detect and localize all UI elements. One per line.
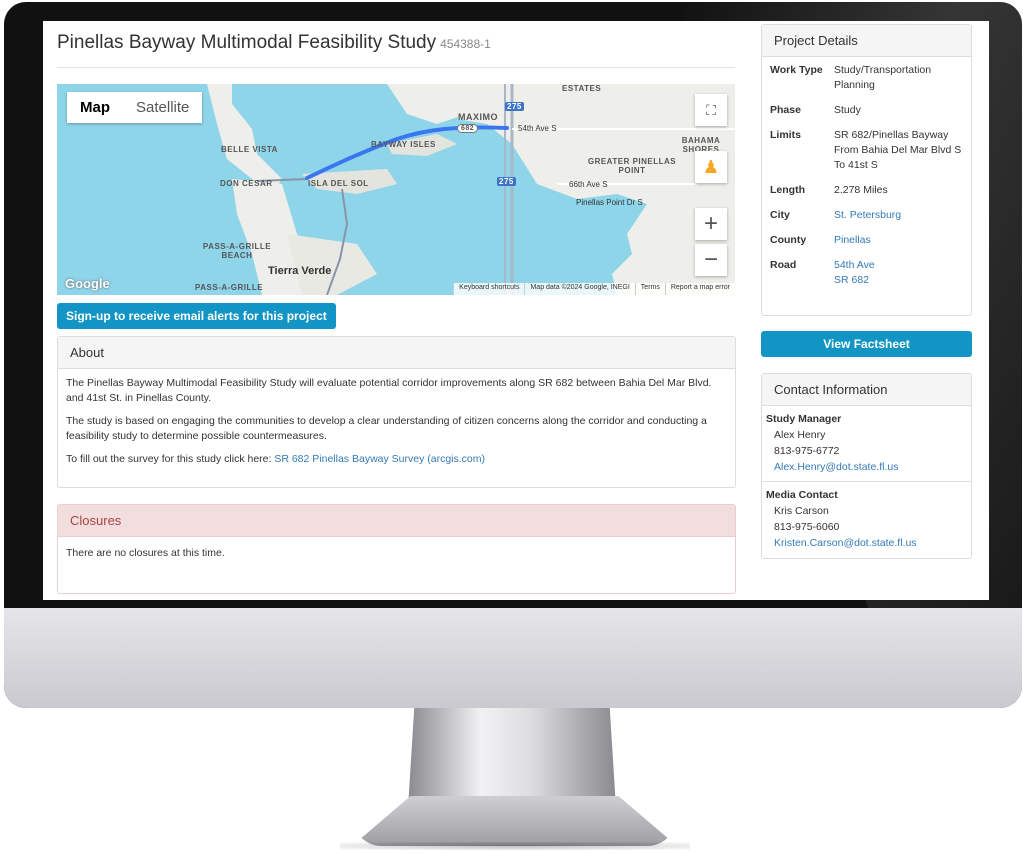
project-details-heading: Project Details xyxy=(762,25,971,57)
survey-prefix: To fill out the survey for this study cl… xyxy=(66,453,272,465)
report-error-link[interactable]: Report a map error xyxy=(664,283,735,295)
map-type-map-button[interactable]: Map xyxy=(67,92,123,123)
map-attribution: Keyboard shortcuts Map data ©2024 Google… xyxy=(453,283,735,295)
label-isla-del-sol: ISLA DEL SOL xyxy=(308,179,369,188)
about-heading: About xyxy=(58,337,735,369)
label-54th-ave: 54th Ave S xyxy=(518,124,557,133)
length-label: Length xyxy=(770,184,805,196)
limits-value: SR 682/Pinellas Bayway From Bahia Del Ma… xyxy=(834,129,962,171)
study-manager-role: Study Manager xyxy=(766,413,842,425)
title-divider xyxy=(57,67,735,68)
about-body: The Pinellas Bayway Multimodal Feasibili… xyxy=(58,369,735,467)
map-data-text: Map data ©2024 Google, INEGI xyxy=(524,283,634,295)
media-contact-name: Kris Carson xyxy=(774,505,829,517)
about-paragraph-1: The Pinellas Bayway Multimodal Feasibili… xyxy=(66,377,712,404)
about-paragraph-3: To fill out the survey for this study cl… xyxy=(66,452,727,467)
media-contact-phone: 813-975-6060 xyxy=(774,521,840,533)
keyboard-shortcuts-link[interactable]: Keyboard shortcuts xyxy=(453,283,524,295)
contact-panel: Contact Information Study Manager Alex H… xyxy=(761,373,972,559)
detail-row-county: County Pinellas xyxy=(770,233,963,248)
shield-sr682: 682 xyxy=(457,124,479,133)
phase-value: Study xyxy=(834,104,861,116)
map-type-control: Map Satellite xyxy=(67,92,203,123)
media-contact-section: Media Contact Kris Carson 813-975-6060 K… xyxy=(762,481,971,557)
monitor-stand-base xyxy=(352,796,677,846)
closures-body: There are no closures at this time. xyxy=(66,547,225,559)
page-title-text: Pinellas Bayway Multimodal Feasibility S… xyxy=(57,32,437,53)
closures-panel: Closures There are no closures at this t… xyxy=(57,504,736,594)
study-manager-phone: 813-975-6772 xyxy=(774,445,840,457)
shield-i275-b: 275 xyxy=(497,177,516,186)
road-link-sr682[interactable]: SR 682 xyxy=(834,273,875,288)
project-id: 454388-1 xyxy=(440,37,491,51)
google-logo: Google xyxy=(65,276,110,291)
county-label: County xyxy=(770,234,807,246)
city-label: City xyxy=(770,209,790,221)
label-pass-a-grille: PASS-A-GRILLE xyxy=(195,283,264,292)
detail-row-work-type: Work Type Study/Transportation Planning xyxy=(770,63,963,93)
phase-label: Phase xyxy=(770,104,801,116)
media-contact-role: Media Contact xyxy=(766,489,838,501)
monitor-stand-neck xyxy=(408,708,616,808)
email-signup-button[interactable]: Sign-up to receive email alerts for this… xyxy=(57,303,336,329)
media-contact-email[interactable]: Kristen.Carson@dot.state.fl.us xyxy=(774,537,917,549)
belle-vista-land xyxy=(207,84,282,194)
pegman-icon[interactable]: ♟ xyxy=(695,151,727,183)
label-estates: ESTATES xyxy=(562,84,602,93)
label-bayway-isles: BAYWAY ISLES xyxy=(371,140,436,149)
city-link[interactable]: St. Petersburg xyxy=(834,208,901,223)
detail-row-city: City St. Petersburg xyxy=(770,208,963,223)
label-pass-a-grille-beach: PASS-A-GRILLE BEACH xyxy=(202,242,272,260)
label-maximo: MAXIMO xyxy=(458,112,498,122)
detail-row-limits: Limits SR 682/Pinellas Bayway From Bahia… xyxy=(770,128,963,173)
label-greater-pinellas-point: GREATER PINELLAS POINT xyxy=(587,157,677,175)
page-title: Pinellas Bayway Multimodal Feasibility S… xyxy=(57,32,491,54)
browser-screen: Pinellas Bayway Multimodal Feasibility S… xyxy=(43,21,989,600)
monitor-chin xyxy=(4,608,1022,708)
project-details-panel: Project Details Work Type Study/Transpor… xyxy=(761,24,972,316)
label-tierra-verde: Tierra Verde xyxy=(268,265,332,277)
terms-link[interactable]: Terms xyxy=(634,283,665,295)
study-manager-section: Study Manager Alex Henry 813-975-6772 Al… xyxy=(762,406,971,481)
detail-row-length: Length 2.278 Miles xyxy=(770,183,963,198)
county-link[interactable]: Pinellas xyxy=(834,233,871,248)
project-details-table: Work Type Study/Transportation Planning … xyxy=(762,57,971,288)
mainland-land xyxy=(457,84,735,295)
work-type-label: Work Type xyxy=(770,64,823,76)
label-don-cesar: DON CESAR xyxy=(220,179,273,188)
study-manager-email[interactable]: Alex.Henry@dot.state.fl.us xyxy=(774,461,898,473)
work-type-value: Study/Transportation Planning xyxy=(834,64,932,91)
label-66th-ave: 66th Ave S xyxy=(569,180,608,189)
zoom-in-button[interactable]: + xyxy=(695,208,727,240)
about-paragraph-2: The study is based on engaging the commu… xyxy=(66,415,707,442)
closures-heading: Closures xyxy=(58,505,735,537)
view-factsheet-button[interactable]: View Factsheet xyxy=(761,331,972,357)
detail-row-road: Road 54th Ave SR 682 xyxy=(770,258,963,288)
map-type-satellite-button[interactable]: Satellite xyxy=(123,92,202,123)
survey-link[interactable]: SR 682 Pinellas Bayway Survey (arcgis.co… xyxy=(274,453,485,465)
project-map[interactable]: ESTATES MAXIMO 275 682 54th Ave S BELLE … xyxy=(57,84,735,295)
fullscreen-icon[interactable]: ⛶ xyxy=(695,94,727,126)
zoom-out-button[interactable]: − xyxy=(695,244,727,276)
shield-i275-a: 275 xyxy=(505,102,524,111)
label-pinellas-point-dr: Pinellas Point Dr S xyxy=(576,198,643,207)
label-belle-vista: BELLE VISTA xyxy=(221,145,278,154)
study-manager-name: Alex Henry xyxy=(774,429,826,441)
detail-row-phase: Phase Study xyxy=(770,103,963,118)
road-link-54th-ave[interactable]: 54th Ave xyxy=(834,258,875,273)
stand-shadow xyxy=(340,842,690,850)
contact-heading: Contact Information xyxy=(762,374,971,406)
length-value: 2.278 Miles xyxy=(834,184,888,196)
about-panel: About The Pinellas Bayway Multimodal Fea… xyxy=(57,336,736,488)
limits-label: Limits xyxy=(770,129,801,141)
road-label: Road xyxy=(770,259,797,271)
